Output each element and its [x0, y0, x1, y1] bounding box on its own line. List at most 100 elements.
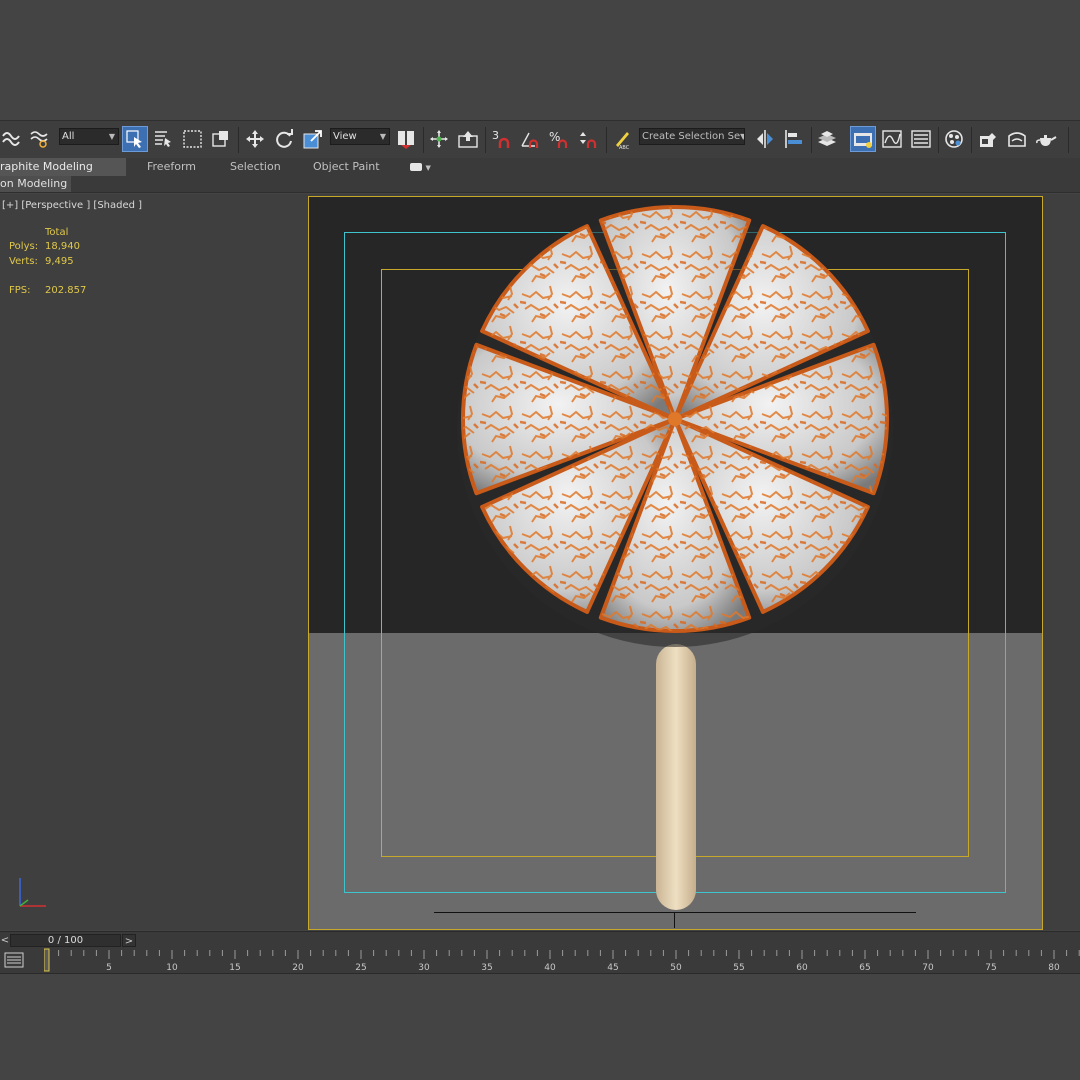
- scale-icon: [303, 130, 322, 149]
- scale-button[interactable]: [300, 126, 326, 152]
- rotate-button[interactable]: [271, 126, 297, 152]
- time-slider: < 0 / 100 >: [0, 931, 1080, 948]
- candy-center: [668, 412, 682, 426]
- render-setup-button[interactable]: [975, 126, 1001, 152]
- perspective-viewport[interactable]: [+] [Perspective ] [Shaded ] Total Polys…: [0, 194, 1080, 930]
- rendered-frame-window-button[interactable]: [1004, 126, 1030, 152]
- select-object-button[interactable]: [122, 126, 148, 152]
- angle-snap-button[interactable]: [517, 126, 543, 152]
- time-slider-next-button[interactable]: >: [122, 934, 136, 947]
- reference-coordinate-dropdown[interactable]: View ▼: [330, 128, 390, 145]
- tab-object-paint[interactable]: Object Paint: [313, 158, 380, 176]
- material-editor-button[interactable]: [941, 126, 967, 152]
- ruler-tick-label: 55: [733, 963, 744, 973]
- selection-filter-dropdown[interactable]: All ▼: [59, 128, 119, 145]
- axis-tripod-icon: [19, 878, 46, 907]
- stats-polys-value: 18,940: [45, 241, 80, 252]
- stats-verts-label: Verts:: [9, 256, 38, 267]
- named-selection-placeholder: Create Selection Se: [642, 131, 741, 142]
- window-crossing-button[interactable]: [208, 126, 234, 152]
- ruler-tick-label: 75: [985, 963, 996, 973]
- link-icon[interactable]: [0, 126, 24, 152]
- move-button[interactable]: [242, 126, 268, 152]
- viewport-label-text: [+] [Perspective ] [Shaded ]: [2, 200, 143, 211]
- toolbar-separator: [485, 127, 486, 153]
- stats-fps-label: FPS:: [9, 285, 31, 296]
- frame-window-icon: [1008, 132, 1026, 147]
- spinner-snap-button[interactable]: [575, 126, 601, 152]
- tab-label: Freeform: [147, 160, 196, 173]
- align-button[interactable]: [781, 126, 807, 152]
- viewport-label-menu[interactable]: [+] [Perspective ] [Shaded ]: [2, 200, 142, 211]
- stats-polys-label: Polys:: [9, 241, 39, 252]
- percent-snap-button[interactable]: %: [546, 126, 572, 152]
- ruler-tick-label: 35: [481, 963, 492, 973]
- ruler-tick-label: 25: [355, 963, 366, 973]
- keyboard-override-icon: [458, 131, 478, 148]
- select-by-name-icon: [155, 131, 171, 147]
- tab-freeform[interactable]: Freeform: [147, 158, 196, 176]
- stats-fps-value: 202.857: [45, 285, 87, 296]
- lollipop-model[interactable]: [440, 204, 910, 924]
- layer-manager-button[interactable]: [814, 126, 840, 152]
- spinner-snap-icon: [580, 132, 597, 148]
- edit-named-selection-button[interactable]: ABC: [609, 126, 635, 152]
- main-toolbar: All ▼ View ▼ 3 % ABC Create Selection Se: [0, 120, 1080, 158]
- select-cursor-icon: [126, 130, 142, 148]
- teapot-icon: [1036, 135, 1057, 146]
- ruler-tick-label: 30: [418, 963, 430, 973]
- time-slider-prev-button[interactable]: <: [0, 934, 10, 947]
- ruler-tick-label: 50: [670, 963, 682, 973]
- select-by-name-button[interactable]: [150, 126, 176, 152]
- open-mini-curve-editor-icon[interactable]: [4, 952, 24, 968]
- tab-label: Object Paint: [313, 160, 380, 173]
- panel-label: on Modeling: [0, 177, 68, 190]
- stats-verts-value: 9,495: [45, 256, 74, 267]
- schematic-view-button[interactable]: [908, 126, 934, 152]
- panel-polygon-modeling[interactable]: on Modeling: [0, 176, 72, 192]
- keyboard-shortcut-override-button[interactable]: [455, 126, 481, 152]
- angle-snap-icon: [521, 132, 539, 148]
- ruler-tick-label: 20: [292, 963, 304, 973]
- toggle-ribbon-button[interactable]: [850, 126, 876, 152]
- ribbon-icon: [854, 133, 872, 148]
- time-slider-thumb[interactable]: 0 / 100: [10, 934, 121, 947]
- track-bar-ruler: 5 10 15 20 25 30 35 40 45 50 55 60 65 70 75 80: [44, 948, 1080, 973]
- curve-editor-button[interactable]: [879, 126, 905, 152]
- snap-magnet-icon: 3: [492, 129, 510, 148]
- ruler-tick-label: 45: [607, 963, 618, 973]
- selection-filter-value: All: [62, 131, 75, 142]
- track-bar[interactable]: 5 10 15 20 25 30 35 40 45 50 55 60 65 70 75 80: [0, 948, 1080, 974]
- tab-selection[interactable]: Selection: [230, 158, 281, 176]
- ribbon-tab-bar: raphite Modeling Tools Freeform Selectio…: [0, 158, 1080, 191]
- toolbar-separator: [1068, 127, 1069, 153]
- snaps-toggle-button[interactable]: 3: [488, 126, 514, 152]
- toolbar-separator: [238, 127, 239, 153]
- chevron-down-icon: ▼: [108, 132, 116, 141]
- ruler-tick-label: 15: [229, 963, 240, 973]
- desktop-background: [0, 0, 1080, 120]
- select-manipulate-button[interactable]: [426, 126, 452, 152]
- material-editor-icon: [945, 130, 963, 148]
- rect-selection-icon: [183, 130, 202, 148]
- lollipop-stick: [656, 644, 696, 910]
- layers-icon: [818, 131, 836, 146]
- ribbon-options-button[interactable]: ▼: [410, 158, 431, 176]
- rectangular-selection-button[interactable]: [180, 126, 206, 152]
- pivot-center-button[interactable]: [393, 126, 419, 152]
- render-production-button[interactable]: [1033, 126, 1059, 152]
- bind-space-warp-icon[interactable]: [26, 126, 52, 152]
- ref-coord-value: View: [333, 131, 357, 142]
- pivot-center-icon: [398, 131, 414, 149]
- ruler-tick-label: 10: [166, 963, 178, 973]
- named-selection-set-dropdown[interactable]: Create Selection Se▼: [639, 128, 745, 145]
- mirror-button[interactable]: [752, 126, 778, 152]
- current-frame-marker[interactable]: [44, 948, 50, 972]
- chevron-down-icon: ▼: [379, 132, 387, 141]
- ruler-tick-label: 40: [544, 963, 556, 973]
- ruler-tick-label: 80: [1048, 963, 1060, 973]
- chevron-down-icon: ▼: [425, 164, 431, 172]
- ruler-tick-label: 65: [859, 963, 870, 973]
- tab-graphite-modeling-tools[interactable]: raphite Modeling Tools: [0, 158, 126, 191]
- toolbar-separator: [971, 127, 972, 153]
